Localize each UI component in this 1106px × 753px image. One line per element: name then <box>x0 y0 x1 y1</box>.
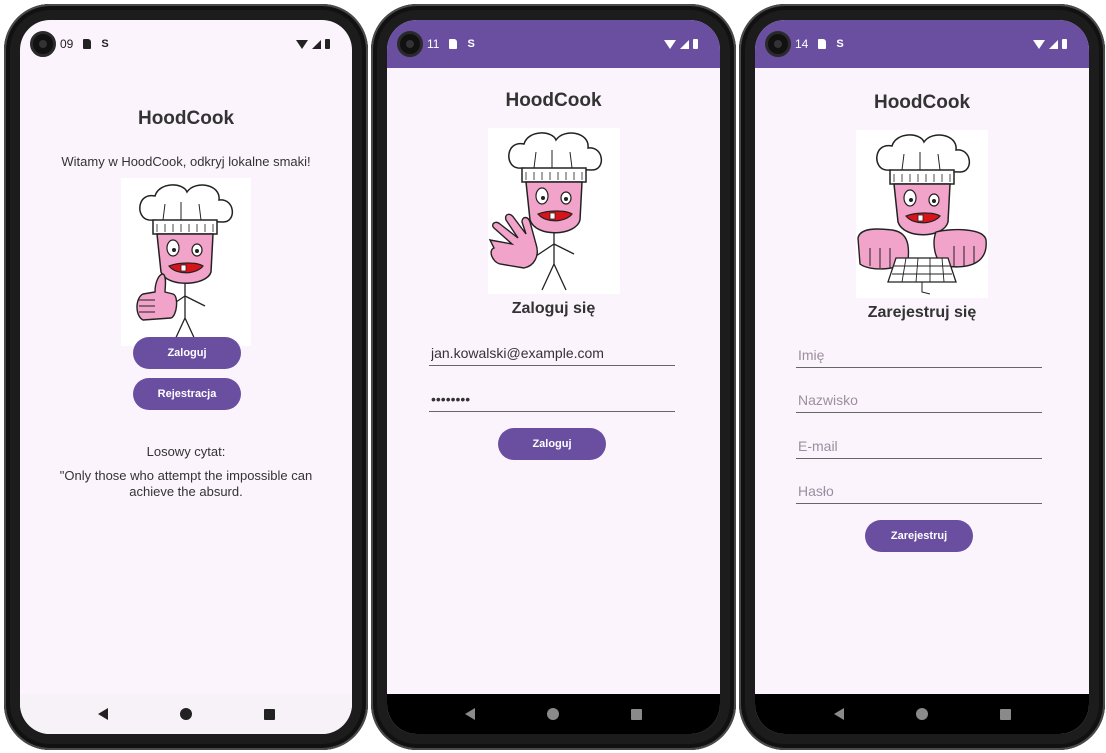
app-title: HoodCook <box>505 90 602 111</box>
login-content: HoodCook Zaloguj się jan.kowalski@exampl… <box>387 68 720 694</box>
sd-card-icon <box>449 39 458 49</box>
home-icon[interactable] <box>179 708 192 720</box>
back-icon[interactable] <box>833 708 844 720</box>
recents-icon[interactable] <box>263 708 275 720</box>
wifi-icon <box>1033 39 1045 49</box>
signal-icon <box>312 39 321 49</box>
sd-card-icon <box>818 39 827 49</box>
quote-label: Losowy cytat: <box>146 444 226 459</box>
password-input[interactable] <box>429 390 675 412</box>
home-icon[interactable] <box>915 708 928 720</box>
status-time: 09 <box>60 37 74 51</box>
login-heading: Zaloguj się <box>511 300 596 317</box>
email-input[interactable] <box>796 437 1042 459</box>
back-icon[interactable] <box>97 708 108 720</box>
register-heading: Zarejestruj się <box>867 304 977 321</box>
welcome-screen: 09 S HoodCook Witamy w HoodCook, odkryj … <box>20 20 352 734</box>
s-notification-icon: S <box>101 38 109 50</box>
camera-cutout <box>765 31 791 57</box>
s-notification-icon: S <box>836 38 844 50</box>
s-notification-icon: S <box>467 38 475 50</box>
login-button[interactable]: Zaloguj <box>133 337 241 369</box>
first-name-input[interactable] <box>796 346 1042 368</box>
status-bar: 09 S <box>20 20 352 68</box>
register-button[interactable]: Zarejestruj <box>865 520 973 552</box>
home-icon[interactable] <box>547 708 559 720</box>
password-input[interactable] <box>796 482 1042 504</box>
camera-cutout <box>397 31 423 57</box>
register-button[interactable]: Rejestracja <box>133 378 241 410</box>
login-button[interactable]: Zaloguj <box>498 428 606 460</box>
signal-icon <box>1049 39 1058 49</box>
status-bar: 14 S <box>755 20 1089 68</box>
status-time: 14 <box>795 37 809 51</box>
wifi-icon <box>664 39 676 49</box>
quote-line-2: achieve the absurd. <box>129 484 243 499</box>
status-bar: 11 S <box>387 20 720 68</box>
sd-card-icon <box>83 39 92 49</box>
navigation-bar <box>755 694 1089 734</box>
login-screen: 11 S HoodCook Zaloguj się jan.kowalski@e… <box>387 20 720 734</box>
quote-text: "Only those who attempt the impossible c… <box>20 468 352 500</box>
last-name-input[interactable] <box>796 391 1042 413</box>
welcome-text: Witamy w HoodCook, odkryj lokalne smaki! <box>61 154 311 169</box>
navigation-bar <box>20 694 352 734</box>
email-input[interactable] <box>429 344 675 366</box>
chef-waving-illustration <box>487 128 620 294</box>
recents-icon[interactable] <box>631 708 642 720</box>
chef-thumbs-up-illustration <box>121 178 251 346</box>
quote-line-1: "Only those who attempt the impossible c… <box>59 468 313 483</box>
app-title: HoodCook <box>873 92 971 113</box>
camera-cutout <box>30 31 56 57</box>
app-title: HoodCook <box>137 108 235 129</box>
signal-icon <box>680 39 689 49</box>
chef-typing-illustration <box>856 130 988 298</box>
battery-icon <box>1062 39 1067 49</box>
phone-register: 14 S HoodCook Zarejestruj się Imię Nazwi… <box>739 4 1105 750</box>
status-time: 11 <box>427 37 440 51</box>
phone-welcome: 09 S HoodCook Witamy w HoodCook, odkryj … <box>4 4 368 750</box>
back-icon[interactable] <box>465 708 475 720</box>
wifi-icon <box>296 39 308 49</box>
register-content: HoodCook Zarejestruj się Imię Nazwisko E… <box>755 68 1089 694</box>
navigation-bar <box>387 694 720 734</box>
battery-icon <box>693 39 698 49</box>
register-screen: 14 S HoodCook Zarejestruj się Imię Nazwi… <box>755 20 1089 734</box>
welcome-content: HoodCook Witamy w HoodCook, odkryj lokal… <box>20 68 352 694</box>
recents-icon[interactable] <box>999 708 1011 720</box>
battery-icon <box>325 39 330 49</box>
phone-login: 11 S HoodCook Zaloguj się jan.kowalski@e… <box>371 4 736 750</box>
